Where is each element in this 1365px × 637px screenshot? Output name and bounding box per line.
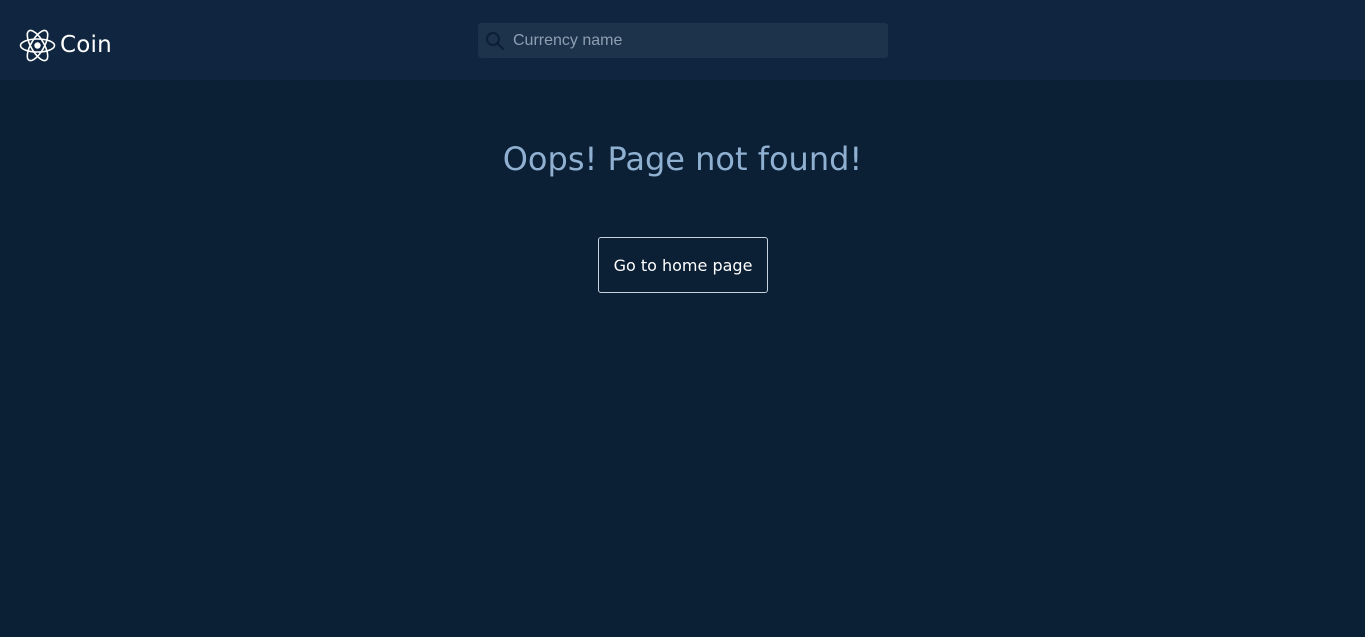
go-to-home-button[interactable]: Go to home page	[598, 237, 768, 293]
atom-icon	[19, 29, 56, 62]
page-not-found-title: Oops! Page not found!	[502, 140, 863, 178]
search-box	[478, 23, 888, 58]
currency-search-input[interactable]	[513, 23, 878, 58]
brand-name: Coin	[60, 32, 112, 58]
search-icon	[486, 32, 505, 51]
brand-logo-link[interactable]: Coin	[19, 27, 112, 64]
top-header: Coin	[0, 0, 1365, 80]
